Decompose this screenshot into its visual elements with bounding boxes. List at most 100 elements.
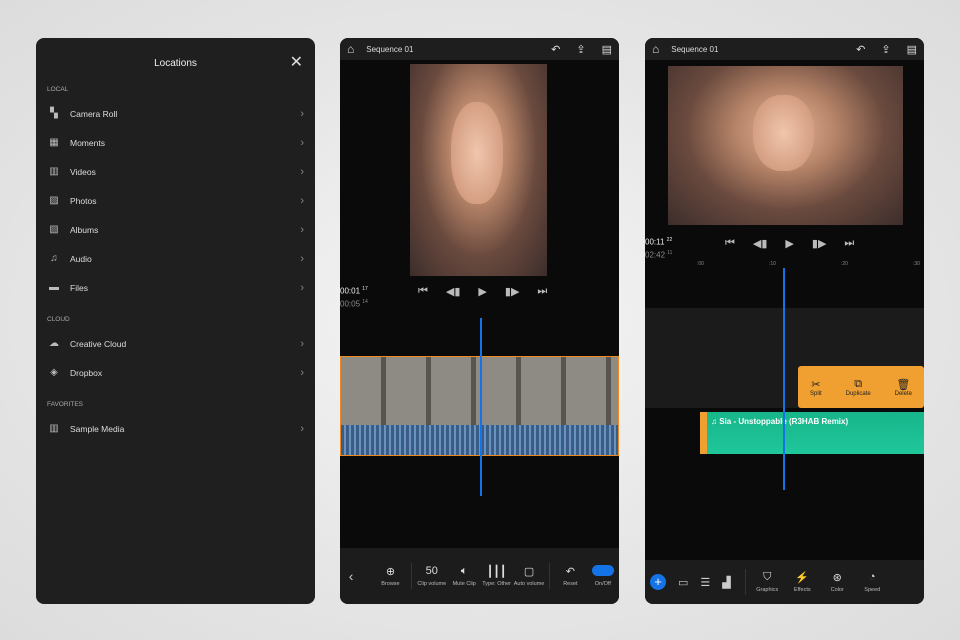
chevron-right-icon: › xyxy=(300,165,304,178)
location-item[interactable]: ♫ Audio › xyxy=(36,244,315,273)
layers-icon[interactable]: ▟ xyxy=(722,576,730,589)
timeline-editor-panel: ⌂ Sequence 01 ↶ ⇪ ▤ 00:11 22 02:42 11 ⏮ ◀… xyxy=(645,38,924,604)
home-icon[interactable]: ⌂ xyxy=(347,42,354,56)
back-chevron-icon[interactable]: ‹ xyxy=(340,568,362,584)
skip-back-icon[interactable]: ⏮ xyxy=(418,285,428,298)
location-item[interactable]: ▥ Videos › xyxy=(36,157,315,186)
clip-context-menu: ✂ Split ⧉ Duplicate 🗑︎ Delete xyxy=(798,366,924,408)
audio-clip[interactable]: ♫ Sia - Unstoppable (R3HAB Remix) xyxy=(700,412,924,454)
step-forward-icon[interactable]: ▮▶ xyxy=(505,285,520,298)
locations-list: LOCAL ▚ Camera Roll › ▦ Moments › ▥ Videos › ▨ Phot… xyxy=(36,86,315,443)
share-icon[interactable]: ⇪ xyxy=(881,43,890,56)
chevron-right-icon: › xyxy=(300,281,304,294)
location-item[interactable]: ☁ Creative Cloud › xyxy=(36,329,315,358)
reset-button[interactable]: ↶ Reset xyxy=(554,565,586,587)
skip-forward-icon[interactable]: ⏭ xyxy=(844,237,854,250)
music-note-icon: ♫ xyxy=(711,417,720,426)
align-icon[interactable]: ☰ xyxy=(700,576,710,589)
clip-volume-button[interactable]: 50 Clip volume xyxy=(416,565,448,587)
reset-icon: ↶ xyxy=(565,566,575,578)
skip-forward-icon[interactable]: ⏭ xyxy=(537,285,547,298)
transport-controls: ⏮ ◀▮ ▶ ▮▶ ⏭ xyxy=(725,237,854,250)
folder-icon: ▬ xyxy=(49,282,59,293)
trash-icon: 🗑︎ xyxy=(896,378,911,391)
creative-cloud-icon: ☁ xyxy=(49,338,59,349)
undo-icon[interactable]: ↶ xyxy=(551,43,560,56)
music-note-icon: ♫ xyxy=(50,253,58,264)
bottom-toolbar: + ▭ ☰ ▟ ⛉ Graphics ⚡ Effects ⊛ Color ◔ Speed xyxy=(645,560,924,604)
home-icon[interactable]: ⌂ xyxy=(652,42,659,56)
auto-volume-icon: ▢ xyxy=(523,566,535,578)
share-icon[interactable]: ⇪ xyxy=(576,43,585,56)
comment-icon[interactable]: ▤ xyxy=(602,43,612,56)
speaker-icon: 🔈︎ xyxy=(460,565,468,577)
chevron-right-icon: › xyxy=(300,136,304,149)
on-off-toggle[interactable]: On/Off xyxy=(587,565,619,587)
sequence-title: Sequence 01 xyxy=(671,44,719,54)
color-button[interactable]: ⊛ Color xyxy=(820,571,855,593)
browse-button[interactable]: ⊕ Browse xyxy=(374,565,406,587)
speed-button[interactable]: ◔ Speed xyxy=(855,571,890,593)
split-button[interactable]: ✂ Split xyxy=(810,378,822,397)
location-item[interactable]: ▬ Files › xyxy=(36,273,315,302)
preview-image xyxy=(668,66,903,225)
step-back-icon[interactable]: ◀▮ xyxy=(753,237,768,250)
mute-clip-button[interactable]: 🔈︎ Mute Clip xyxy=(448,565,480,587)
comment-icon[interactable]: ▤ xyxy=(907,43,917,56)
chevron-right-icon: › xyxy=(300,107,304,120)
graphics-button[interactable]: ⛉ Graphics xyxy=(750,571,785,593)
play-icon[interactable]: ▶ xyxy=(785,237,793,250)
undo-icon[interactable]: ↶ xyxy=(856,43,865,56)
color-icon: ⊛ xyxy=(832,572,842,584)
effects-icon: ⚡ xyxy=(795,572,810,584)
panel-title: Locations xyxy=(154,58,197,69)
auto-volume-button[interactable]: ▢ Auto volume xyxy=(513,565,545,587)
audio-editor-panel: ⌂ Sequence 01 ↶ ⇪ ▤ 00:01 17 00:05 14 ⏮ ◀… xyxy=(340,38,619,604)
type-button[interactable]: ┃┃┃ Type: Other xyxy=(480,565,512,587)
speedometer-icon: ◔ xyxy=(868,571,876,583)
duplicate-button[interactable]: ⧉ Duplicate xyxy=(846,378,871,397)
film-icon: ▥ xyxy=(49,166,59,177)
location-item[interactable]: ▥ Sample Media › xyxy=(36,414,315,443)
dropbox-icon: ◈ xyxy=(50,367,58,378)
chevron-right-icon: › xyxy=(300,252,304,265)
close-icon[interactable]: ✕ xyxy=(290,52,303,72)
add-button[interactable]: + xyxy=(650,574,666,590)
location-item[interactable]: ▚ Camera Roll › xyxy=(36,99,315,128)
timecode: 00:01 17 00:05 14 xyxy=(340,286,368,309)
image-icon: ▨ xyxy=(49,195,59,206)
effects-button[interactable]: ⚡ Effects xyxy=(785,571,820,593)
section-header: CLOUD xyxy=(47,316,70,323)
film-icon: ▥ xyxy=(49,423,59,434)
scissors-icon: ✂ xyxy=(811,378,821,391)
step-forward-icon[interactable]: ▮▶ xyxy=(812,237,827,250)
chevron-right-icon: › xyxy=(300,422,304,435)
waveform-icon: ┃┃┃ xyxy=(486,566,507,578)
bottom-toolbar: ‹ ⊕ Browse 50 Clip volume 🔈︎ Mute Clip ┃┃┃ T… xyxy=(340,548,619,604)
calendar-icon: ▦ xyxy=(49,137,59,148)
delete-button[interactable]: 🗑︎ Delete xyxy=(895,378,912,397)
locations-panel: Locations ✕ LOCAL ▚ Camera Roll › ▦ Moments › ▥… xyxy=(36,38,315,604)
location-item[interactable]: ◈ Dropbox › xyxy=(36,358,315,387)
albums-icon: ▧ xyxy=(49,224,59,235)
timecode: 00:11 22 02:42 11 xyxy=(645,237,673,260)
section-header: LOCAL xyxy=(47,86,69,93)
graphics-icon: ⛉ xyxy=(763,571,772,583)
section-header: FAVORITES xyxy=(47,401,83,408)
chevron-right-icon: › xyxy=(300,366,304,379)
duplicate-icon: ⧉ xyxy=(854,377,863,390)
transport-controls: ⏮ ◀▮ ▶ ▮▶ ⏭ xyxy=(418,285,547,298)
location-item[interactable]: ▧ Albums › xyxy=(36,215,315,244)
playhead[interactable] xyxy=(783,268,785,490)
skip-back-icon[interactable]: ⏮ xyxy=(725,237,735,250)
play-icon[interactable]: ▶ xyxy=(478,285,486,298)
track-icon[interactable]: ▭ xyxy=(678,576,688,589)
step-back-icon[interactable]: ◀▮ xyxy=(446,285,461,298)
location-item[interactable]: ▨ Photos › xyxy=(36,186,315,215)
chevron-right-icon: › xyxy=(300,223,304,236)
location-item[interactable]: ▦ Moments › xyxy=(36,128,315,157)
plus-circle-icon: ⊕ xyxy=(385,566,396,578)
chevron-right-icon: › xyxy=(300,337,304,350)
preview-image xyxy=(410,64,547,276)
playhead[interactable] xyxy=(480,318,482,496)
